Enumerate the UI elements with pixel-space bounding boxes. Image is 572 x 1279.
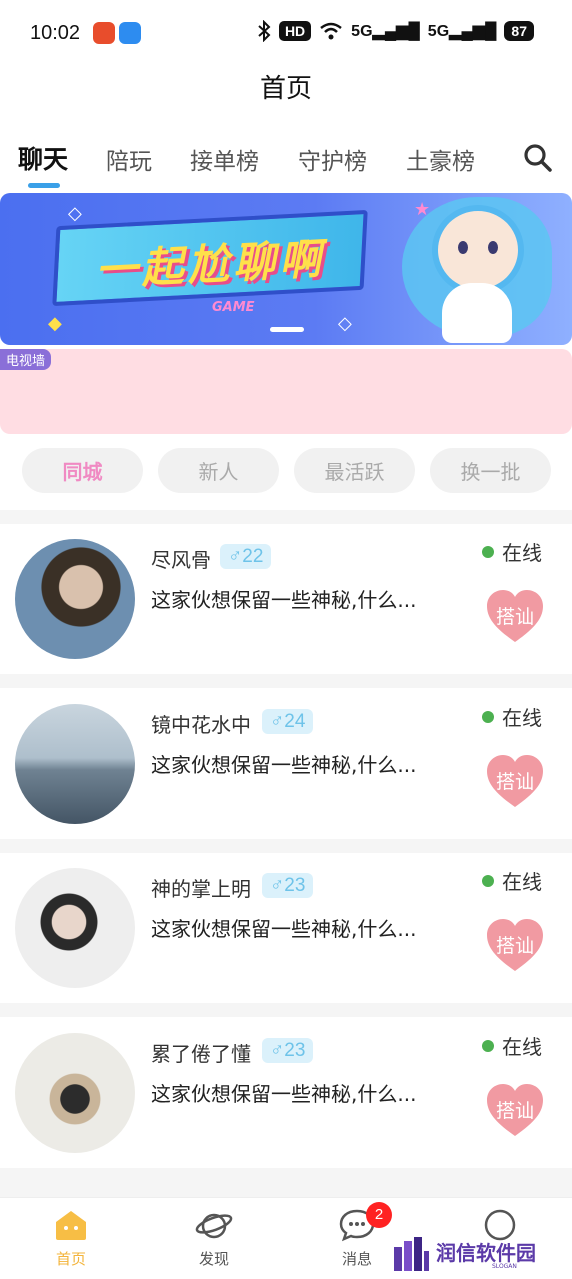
gender-age-badge: ♂22: [220, 544, 272, 569]
status-time: 10:02: [30, 22, 81, 44]
online-status-dot: [482, 1040, 494, 1052]
tab-chat[interactable]: 聊天: [18, 140, 68, 176]
bluetooth-icon: [258, 20, 271, 42]
tab-indicator: [28, 183, 60, 188]
net-label-2: 5G: [427, 23, 450, 40]
page-title: 首页: [259, 74, 312, 104]
filter-refresh[interactable]: 换一批: [430, 448, 551, 493]
signal-5g-2: 5G▂▄▆█: [427, 23, 497, 40]
banner-decor-square: ◆: [48, 313, 62, 334]
home-icon: [56, 1211, 86, 1240]
watermark: 润信软件园 SLOGAN: [392, 1233, 562, 1273]
signal-5g-1: 5G▂▄▆█: [351, 23, 420, 40]
net-label-1: 5G: [351, 23, 373, 40]
hd-indicator: HD: [278, 21, 312, 41]
user-name: 累了倦了懂: [151, 1042, 251, 1066]
nav-home[interactable]: 首页: [26, 1208, 116, 1269]
banner-character-eye: [458, 241, 468, 254]
nav-discover-label: 发现: [198, 1250, 229, 1268]
online-status-text: 在线: [502, 706, 542, 730]
greet-button[interactable]: 搭讪: [485, 1082, 545, 1140]
greet-label: 搭讪: [495, 935, 534, 957]
avatar[interactable]: [15, 704, 135, 824]
app-notification-icon-2: [119, 22, 141, 44]
online-status-dot: [482, 875, 494, 887]
search-icon[interactable]: [522, 142, 554, 174]
battery-indicator: 87: [504, 21, 534, 41]
section-divider: [0, 1003, 572, 1017]
tv-wall-label: 电视墙: [0, 349, 52, 370]
promo-banner[interactable]: 一起尬聊啊 GAME ◇ ◆ ◇ ★: [0, 193, 572, 345]
banner-decor-diamond: ◇: [338, 313, 352, 334]
greet-label: 搭讪: [495, 606, 534, 628]
user-card[interactable]: 镜中花水中 ♂24 这家伙想保留一些神秘,什么... 在线 搭讪: [0, 689, 572, 839]
user-card[interactable]: 累了倦了懂 ♂23 这家伙想保留一些神秘,什么... 在线 搭讪: [0, 1018, 572, 1168]
section-divider: [0, 839, 572, 853]
section-divider: [0, 1168, 572, 1197]
nav-messages-label: 消息: [341, 1250, 372, 1268]
filter-same-city[interactable]: 同城: [22, 448, 143, 493]
nav-home-label: 首页: [55, 1250, 86, 1268]
unread-badge: 2: [366, 1202, 392, 1228]
top-tabs: 聊天 陪玩 接单榜 守护榜 土豪榜: [0, 130, 572, 190]
user-bio: 这家伙想保留一些神秘,什么...: [151, 588, 417, 612]
nav-messages[interactable]: 2 消息: [312, 1202, 402, 1269]
user-bio: 这家伙想保留一些神秘,什么...: [151, 753, 417, 777]
online-status-dot: [482, 711, 494, 723]
user-name: 尽风骨: [151, 548, 211, 572]
online-status-dot: [482, 546, 494, 558]
banner-headline: 一起尬聊啊: [94, 234, 327, 295]
filter-most-active[interactable]: 最活跃: [294, 448, 415, 493]
banner-character: [432, 205, 524, 295]
status-bar: 10:02 HD 5G▂▄▆█ 5G▂▄▆█ 87: [0, 0, 572, 66]
avatar[interactable]: [15, 1033, 135, 1153]
filter-chips: 同城 新人 最活跃 换一批: [0, 448, 572, 494]
tab-orders-rank[interactable]: 接单榜: [190, 142, 259, 176]
status-indicators: HD 5G▂▄▆█ 5G▂▄▆█ 87: [257, 20, 534, 42]
watermark-text: 润信软件园: [436, 1241, 536, 1265]
section-divider: [0, 510, 572, 524]
wifi-icon: [320, 22, 342, 40]
online-status-text: 在线: [502, 1035, 542, 1059]
banner-decor-star: ◇: [68, 203, 82, 224]
nav-discover[interactable]: 发现: [169, 1208, 259, 1269]
gender-age-badge: ♂23: [262, 1038, 314, 1063]
user-card[interactable]: 尽风骨 ♂22 这家伙想保留一些神秘,什么... 在线 搭讪: [0, 524, 572, 674]
greet-label: 搭讪: [495, 1100, 534, 1122]
user-name: 镜中花水中: [151, 713, 251, 737]
banner-pager: [270, 327, 304, 332]
greet-button[interactable]: 搭讪: [485, 917, 545, 975]
online-status-text: 在线: [502, 870, 542, 894]
tv-wall[interactable]: 电视墙: [0, 349, 572, 434]
avatar[interactable]: [15, 539, 135, 659]
user-name: 神的掌上明: [151, 877, 251, 901]
banner-character-eye: [488, 241, 498, 254]
gender-age-badge: ♂23: [262, 873, 314, 898]
section-divider: [0, 674, 572, 688]
app-notification-icon: [93, 22, 115, 44]
watermark-sub: SLOGAN: [492, 1263, 517, 1270]
user-bio: 这家伙想保留一些神秘,什么...: [151, 1082, 417, 1106]
gender-age-badge: ♂24: [262, 709, 314, 734]
avatar[interactable]: [15, 868, 135, 988]
filter-new[interactable]: 新人: [158, 448, 279, 493]
user-card[interactable]: 神的掌上明 ♂23 这家伙想保留一些神秘,什么... 在线 搭讪: [0, 853, 572, 1003]
user-bio: 这家伙想保留一些神秘,什么...: [151, 917, 417, 941]
banner-character-body: [442, 283, 512, 343]
greet-button[interactable]: 搭讪: [485, 588, 545, 646]
tab-guardian-rank[interactable]: 守护榜: [298, 142, 367, 176]
planet-icon: [195, 1213, 233, 1239]
watermark-logo: [394, 1237, 429, 1271]
banner-sub: GAME: [212, 300, 255, 315]
tab-rich-rank[interactable]: 土豪榜: [406, 142, 475, 176]
tab-play[interactable]: 陪玩: [106, 142, 152, 176]
greet-label: 搭讪: [495, 771, 534, 793]
online-status-text: 在线: [502, 541, 542, 565]
greet-button[interactable]: 搭讪: [485, 753, 545, 811]
